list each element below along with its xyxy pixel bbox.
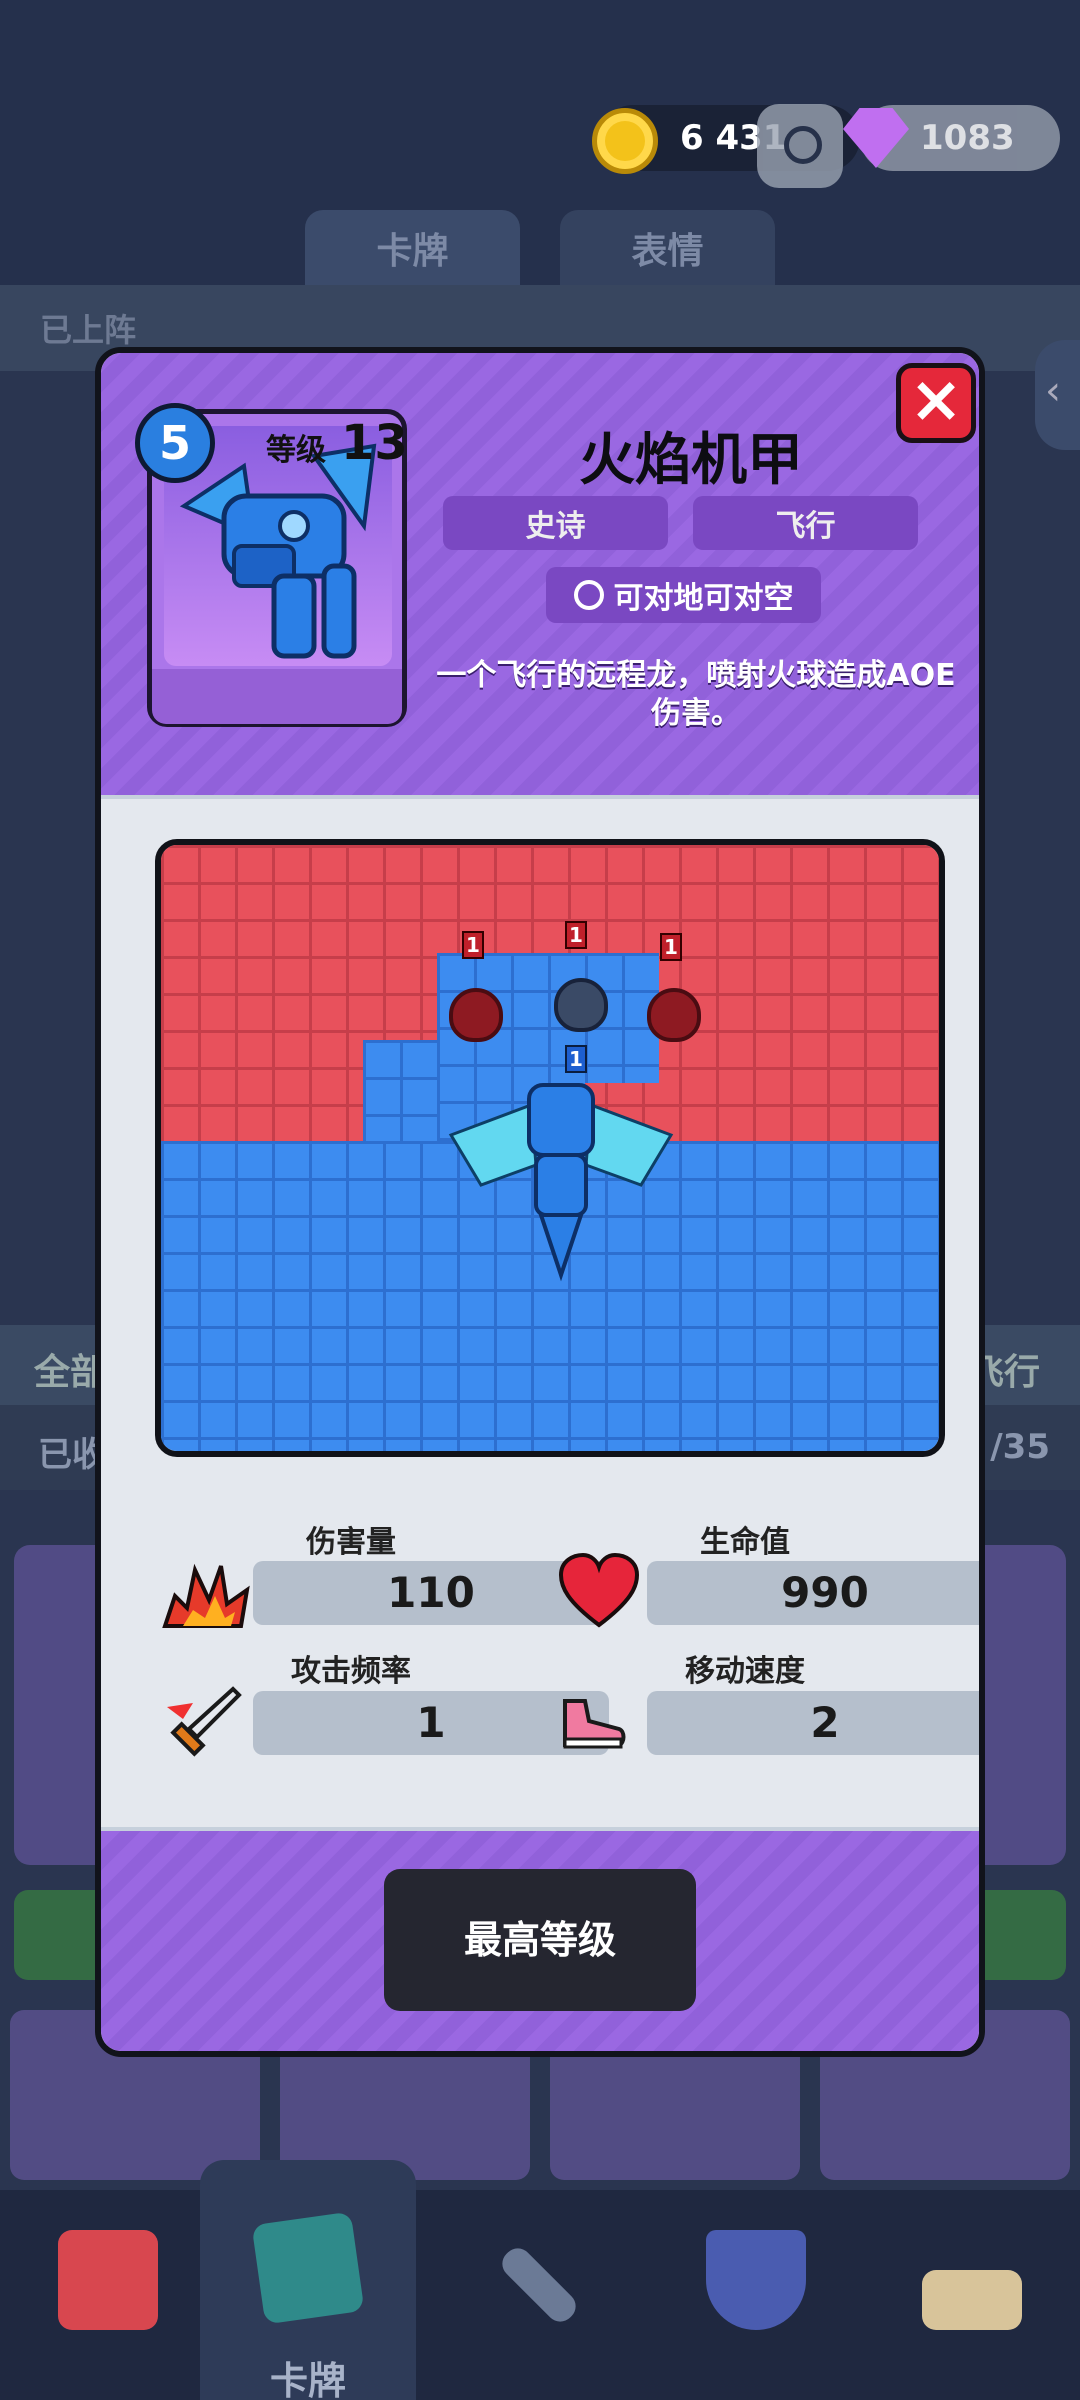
modal-footer: 最高等级 [101, 1827, 979, 2051]
card-detail-modal: 5 等级 13 火焰机甲 史诗 飞行 可对地可对空 一个飞行的远程龙，喷射火球造… [95, 347, 985, 2057]
nav-leaderboard[interactable] [864, 2190, 1080, 2400]
close-icon: × [909, 363, 963, 437]
nav-shop[interactable] [0, 2190, 216, 2400]
sword-icon [167, 1686, 242, 1757]
rarity-label: 史诗 [525, 509, 586, 544]
level-label: 等级 [266, 433, 326, 468]
nav-cards[interactable]: 卡牌 [200, 2160, 416, 2400]
level-value: 13 [341, 415, 408, 471]
collected-count: /35 [990, 1427, 1050, 1467]
range-area [363, 1040, 437, 1141]
explosion-icon [162, 1563, 250, 1628]
max-level-label: 最高等级 [463, 1918, 616, 1962]
unit-description: 一个飞行的远程龙，喷射火球造成AOE伤害。 [436, 658, 956, 731]
mech-dragon-unit-icon [448, 1083, 674, 1282]
nav-cards-label: 卡牌 [269, 2359, 346, 2400]
cards-icon [251, 2211, 365, 2325]
swords-icon [496, 2242, 582, 2328]
crosshair-icon [573, 580, 604, 610]
tab-emotes[interactable]: 表情 [560, 210, 775, 286]
attack-rate-label: 攻击频率 [291, 1654, 411, 1689]
rarity-tag: 史诗 [443, 496, 668, 550]
enemy-unit [647, 988, 701, 1042]
tab-cards[interactable]: 卡牌 [305, 210, 520, 286]
podium-icon [922, 2270, 1022, 2330]
type-label: 飞行 [775, 509, 836, 544]
chevron-left-icon[interactable]: ‹ [1035, 340, 1080, 450]
heart-icon [558, 1552, 640, 1628]
coin-icon [592, 108, 658, 174]
attack-range-preview: 1 1 1 1 [155, 839, 945, 1457]
enemy-hp-label: 1 [462, 931, 484, 959]
card-footer [152, 669, 402, 724]
move-speed-label: 移动速度 [685, 1654, 805, 1689]
profile-button[interactable] [757, 104, 843, 188]
targets-tag: 可对地可对空 [546, 567, 821, 623]
elixir-cost-badge: 5 [135, 403, 215, 483]
damage-value: 110 [253, 1561, 609, 1625]
targets-label: 可对地可对空 [613, 581, 794, 616]
tab-emotes-label: 表情 [631, 231, 704, 272]
max-level-button[interactable]: 最高等级 [384, 1869, 696, 2011]
bottom-nav: 卡牌 [0, 2160, 1080, 2400]
health-value: 990 [647, 1561, 979, 1625]
tab-cards-label: 卡牌 [376, 231, 449, 272]
enemy-hp-label: 1 [660, 933, 682, 961]
shoe-icon [563, 1699, 626, 1749]
card-header: 5 等级 13 火焰机甲 史诗 飞行 可对地可对空 一个飞行的远程龙，喷射火球造… [101, 353, 979, 799]
type-tag: 飞行 [693, 496, 918, 550]
lineup-title: 已上阵 [40, 311, 137, 349]
gem-amount: 1083 [920, 118, 1015, 158]
nav-clan[interactable] [648, 2190, 864, 2400]
enemy-hp-label: 1 [565, 921, 587, 949]
enemy-unit [449, 988, 503, 1042]
unit-name: 火焰机甲 [579, 428, 803, 493]
attack-rate-value: 1 [253, 1691, 609, 1755]
unit-hp-label: 1 [565, 1045, 587, 1073]
elixir-cost: 5 [158, 416, 191, 470]
enemy-unit [554, 978, 608, 1032]
shield-icon [706, 2230, 806, 2330]
move-speed-value: 2 [647, 1691, 979, 1755]
health-label: 生命值 [700, 1525, 790, 1560]
shop-icon [58, 2230, 158, 2330]
nav-battle[interactable] [436, 2190, 652, 2400]
damage-label: 伤害量 [306, 1525, 396, 1560]
close-button[interactable]: × [896, 363, 976, 443]
